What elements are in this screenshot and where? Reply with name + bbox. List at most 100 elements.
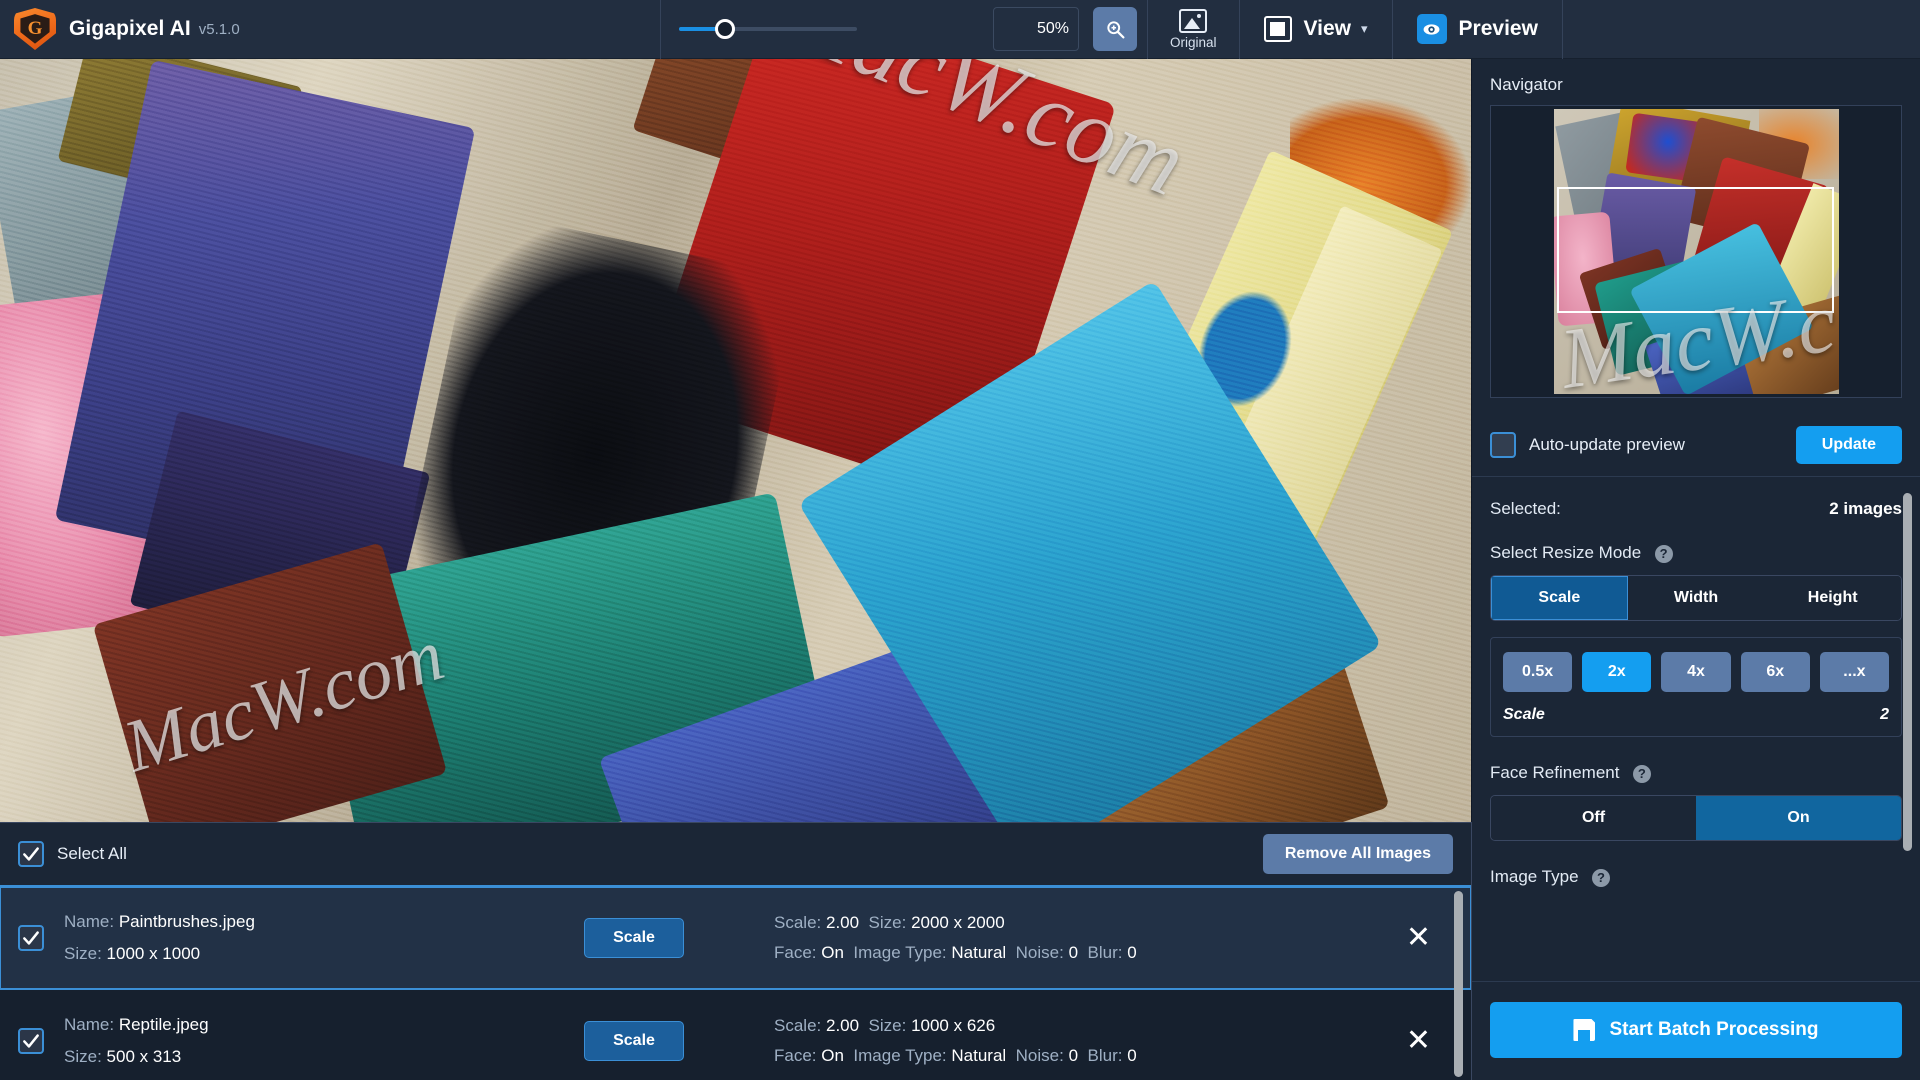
resize-mode-heading: Select Resize Mode ? — [1490, 519, 1902, 563]
face-refinement-off[interactable]: Off — [1491, 796, 1696, 840]
resize-mode-width[interactable]: Width — [1627, 576, 1765, 620]
row-blur-value: 0 — [1127, 943, 1137, 962]
row-params: Scale: 2.00 Size: 1000 x 626 Face: On Im… — [774, 1011, 1294, 1071]
chevron-down-icon[interactable]: ▾ — [1361, 21, 1368, 37]
file-list-scrollbar-thumb[interactable] — [1454, 891, 1463, 1077]
row-checkbox[interactable] — [18, 925, 44, 951]
view-label: View — [1303, 17, 1352, 40]
scale-chip-group: 0.5x 2x 4x 6x ...x — [1503, 652, 1890, 692]
face-refinement-on[interactable]: On — [1696, 796, 1901, 840]
resize-mode-scale[interactable]: Scale — [1491, 576, 1628, 620]
preview-image — [0, 59, 1471, 822]
navigator-viewport-rect[interactable] — [1556, 187, 1834, 313]
row-scale-value: 2.00 — [825, 1016, 860, 1035]
row-scale-label: Scale: — [774, 913, 822, 932]
help-icon[interactable]: ? — [1654, 544, 1673, 563]
scale-chip-custom[interactable]: ...x — [1819, 652, 1890, 692]
face-refinement-label: Face Refinement — [1490, 763, 1620, 782]
zoom-percent-field[interactable]: 50% — [993, 7, 1079, 51]
help-icon[interactable]: ? — [1591, 868, 1610, 887]
zoom-controls: 50% — [661, 0, 1147, 59]
image-type-label: Image Type — [1490, 867, 1579, 886]
row-outsize-value: 1000 x 626 — [911, 1016, 996, 1035]
zoom-slider[interactable] — [679, 19, 857, 39]
row-scale-value: 2.00 — [825, 913, 860, 932]
row-checkbox[interactable] — [18, 1028, 44, 1054]
row-face-value: On — [821, 943, 844, 962]
sidebar-scrollbar-track[interactable] — [1903, 485, 1916, 915]
right-sidebar: Navigator Auto-update preview Update Sel… — [1471, 59, 1920, 1080]
original-button[interactable]: Original — [1148, 0, 1239, 59]
select-all-label: Select All — [57, 844, 127, 863]
row-file-info: Name: Reptile.jpeg Size: 500 x 313 — [64, 1009, 584, 1073]
table-row[interactable]: Name: Paintbrushes.jpeg Size: 1000 x 100… — [0, 887, 1471, 990]
save-icon — [1573, 1019, 1595, 1041]
sidebar-scrollbar-thumb[interactable] — [1903, 493, 1912, 851]
row-size-label: Size: — [64, 1047, 102, 1066]
navigator-thumbnail — [1553, 109, 1839, 394]
help-icon[interactable]: ? — [1632, 764, 1651, 783]
magnifier-plus-icon[interactable] — [1093, 7, 1137, 51]
auto-update-checkbox[interactable] — [1490, 431, 1516, 458]
row-outsize-label: Size: — [868, 1016, 907, 1035]
row-size-label: Size: — [64, 944, 102, 963]
auto-update-row: Auto-update preview Update — [1472, 413, 1920, 477]
resize-mode-height[interactable]: Height — [1764, 576, 1901, 620]
scale-chip-0-5x[interactable]: 0.5x — [1503, 652, 1573, 692]
row-name-value: Reptile.jpeg — [118, 1015, 209, 1034]
sidebar-settings-scroll: Selected: 2 images Select Resize Mode ? … — [1472, 477, 1920, 981]
scale-readout-label: Scale — [1503, 706, 1545, 723]
file-list-scrollbar-track[interactable] — [1454, 887, 1467, 1080]
view-button[interactable]: View ▾ — [1240, 0, 1392, 59]
row-name-label: Name: — [64, 1015, 115, 1034]
row-imagetype-value: Natural — [951, 943, 1007, 962]
update-button[interactable]: Update — [1795, 425, 1902, 464]
row-params: Scale: 2.00 Size: 2000 x 2000 Face: On I… — [774, 908, 1294, 968]
preview-label: Preview — [1458, 17, 1538, 40]
panel-divider — [1471, 822, 1472, 1080]
app-version: v5.1.0 — [198, 20, 240, 38]
file-list-panel: Select All Remove All Images Name: Paint… — [0, 822, 1471, 1080]
row-noise-label: Noise: — [1015, 943, 1064, 962]
row-scale-button[interactable]: Scale — [584, 1021, 684, 1061]
close-icon[interactable]: ✕ — [1406, 923, 1431, 953]
start-batch-processing-button[interactable]: Start Batch Processing — [1490, 1002, 1902, 1058]
zoom-slider-knob[interactable] — [715, 19, 735, 39]
resize-mode-segmented: Scale Width Height — [1490, 575, 1902, 621]
logo-letter: G — [20, 14, 50, 44]
row-face-value: On — [821, 1046, 844, 1065]
face-refinement-segmented: Off On — [1490, 795, 1902, 841]
close-icon[interactable]: ✕ — [1406, 1026, 1431, 1056]
row-name-value: Paintbrushes.jpeg — [118, 912, 255, 931]
image-icon — [1179, 8, 1208, 33]
row-name-label: Name: — [64, 912, 115, 931]
row-scale-button[interactable]: Scale — [584, 918, 684, 958]
image-type-heading: Image Type ? — [1490, 841, 1902, 887]
scale-chip-4x[interactable]: 4x — [1661, 652, 1731, 692]
select-all-bar: Select All Remove All Images — [0, 823, 1471, 887]
preview-button[interactable]: Preview — [1393, 0, 1562, 59]
row-imagetype-label: Image Type: — [853, 943, 947, 962]
navigator-panel[interactable] — [1490, 105, 1902, 398]
eye-icon — [1416, 14, 1447, 44]
scale-chip-2x[interactable]: 2x — [1582, 652, 1652, 692]
start-batch-footer: Start Batch Processing — [1472, 981, 1920, 1080]
row-imagetype-value: Natural — [951, 1046, 1007, 1065]
row-noise-value: 0 — [1068, 1046, 1079, 1065]
select-all-checkbox[interactable] — [18, 841, 44, 867]
app-logo-icon: G — [14, 8, 56, 50]
row-file-info: Name: Paintbrushes.jpeg Size: 1000 x 100… — [64, 906, 584, 970]
scale-chip-6x[interactable]: 6x — [1740, 652, 1810, 692]
row-scale-label: Scale: — [774, 1016, 822, 1035]
image-canvas[interactable]: MacW.com MacW.com — [0, 59, 1471, 822]
selected-row: Selected: 2 images — [1490, 477, 1902, 519]
row-size-value: 500 x 313 — [106, 1047, 182, 1066]
auto-update-label: Auto-update preview — [1529, 434, 1685, 454]
row-outsize-label: Size: — [868, 913, 907, 932]
square-icon — [1263, 16, 1292, 42]
remove-all-images-button[interactable]: Remove All Images — [1262, 834, 1453, 874]
row-size-value: 1000 x 1000 — [106, 944, 201, 963]
table-row[interactable]: Name: Reptile.jpeg Size: 500 x 313 Scale… — [0, 990, 1471, 1080]
selected-value: 2 images — [1829, 499, 1902, 518]
row-noise-label: Noise: — [1015, 1046, 1064, 1065]
